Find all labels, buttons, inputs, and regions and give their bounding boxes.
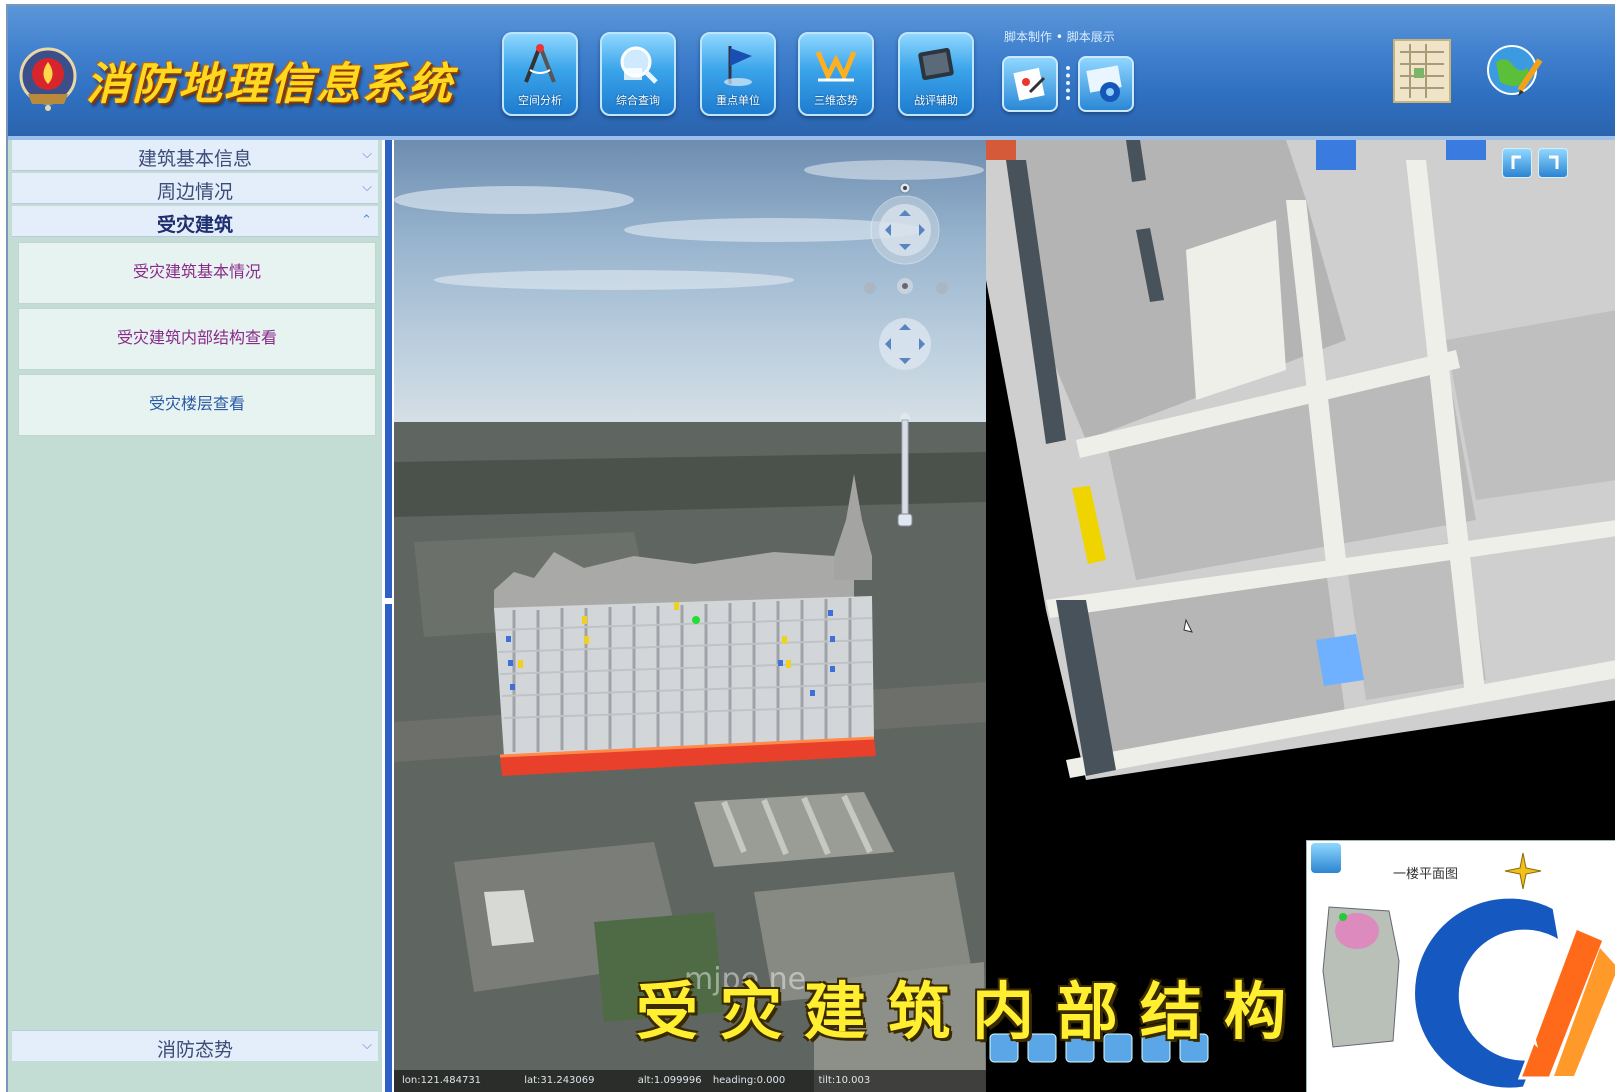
tool-label: 综合查询 — [616, 94, 660, 107]
globe-search-icon — [620, 46, 658, 84]
accordion-label: 建筑基本信息 — [137, 148, 252, 170]
accordion-affected-building[interactable]: 受灾建筑 ⌃ — [12, 206, 378, 237]
app-title: 消防地理信息系统 — [86, 59, 454, 110]
plan-rotate-left-button[interactable] — [1502, 148, 1532, 178]
lon-readout: lon:121.484731 — [402, 1075, 482, 1086]
alt-readout: alt:1.099996 — [637, 1075, 702, 1086]
3d-terrain-icon — [815, 51, 857, 83]
tool-label: 三维态势 — [814, 94, 858, 107]
accordion-building-info[interactable]: 建筑基本信息 ⌵ — [12, 140, 378, 171]
compass-rose-icon — [1504, 852, 1542, 890]
accordion-label: 受灾建筑 — [156, 214, 233, 236]
fire-emblem-icon — [19, 47, 77, 111]
nav-separator: • — [1055, 30, 1067, 44]
header-bar: 消防地理信息系统 空间分析 综合查询 重点单位 三维态势 战评辅助 脚本制作 •… — [8, 6, 1615, 140]
edit-document-icon — [1013, 67, 1046, 101]
map-3d-view[interactable]: mjpe ne lon:121.484731 lat:31.243069 alt… — [394, 140, 986, 1092]
chevron-down-icon: ⌵ — [362, 147, 372, 162]
tool-label: 战评辅助 — [914, 94, 958, 107]
navigation-controls[interactable] — [860, 180, 950, 540]
left-panel: 建筑基本信息 ⌵ 周边情况 ⌵ 受灾建筑 ⌃ 受灾建筑基本情况 受灾建筑内部结构… — [8, 140, 383, 1092]
globe-pencil-icon — [1487, 45, 1543, 96]
menu-item-affected-building-interior[interactable]: 受灾建筑内部结构查看 — [18, 308, 376, 370]
script-show-button[interactable] — [1078, 56, 1134, 112]
menu-item-affected-building-basics[interactable]: 受灾建筑基本情况 — [18, 242, 376, 304]
accordion-body: 受灾建筑基本情况 受灾建筑内部结构查看 受灾楼层查看 — [12, 240, 378, 540]
tool-battle-assist-button[interactable]: 战评辅助 — [898, 32, 974, 116]
app-window: 消防地理信息系统 空间分析 综合查询 重点单位 三维态势 战评辅助 脚本制作 •… — [6, 4, 1615, 1092]
tool-spatial-analysis-button[interactable]: 空间分析 — [502, 32, 578, 116]
lat-readout: lat:31.243069 — [524, 1075, 595, 1086]
tool-combined-query-button[interactable]: 综合查询 — [600, 32, 676, 116]
tilt-readout: tilt:10.003 — [818, 1075, 871, 1086]
compass-icon — [524, 44, 556, 83]
coordinate-status-bar: lon:121.484731 lat:31.243069 alt:1.09999… — [394, 1070, 986, 1092]
accordion-label: 消防态势 — [156, 1039, 233, 1061]
minimap-floor-shape — [1322, 906, 1400, 1048]
burning-building-model — [494, 474, 876, 776]
accordion-surroundings[interactable]: 周边情况 ⌵ — [12, 173, 378, 204]
tool-key-units-button[interactable]: 重点单位 — [700, 32, 776, 116]
chevron-down-icon: ⌵ — [362, 1038, 372, 1053]
script-show-link[interactable]: 脚本展示 — [1067, 30, 1115, 44]
video-caption: 受灾建筑内部结构 — [636, 975, 1309, 1048]
script-make-link[interactable]: 脚本制作 — [1004, 30, 1052, 44]
heading-readout: heading:0.000 — [712, 1075, 786, 1086]
tool-label: 重点单位 — [716, 94, 760, 107]
accordion-label: 周边情况 — [156, 181, 233, 203]
chevron-up-icon: ⌃ — [361, 213, 372, 228]
minimap-title: 一楼平面图 — [1393, 867, 1459, 882]
projector-icon — [1086, 65, 1122, 102]
toolbar-separator — [1066, 66, 1074, 100]
accordion-fire-situation[interactable]: 消防态势 ⌵ — [12, 1030, 378, 1061]
map-thumbnail-button[interactable] — [1392, 38, 1452, 104]
menu-item-affected-floor[interactable]: 受灾楼层查看 — [18, 374, 376, 436]
rotate-right-icon — [1549, 155, 1559, 169]
tool-label: 空间分析 — [518, 94, 562, 107]
globe-pencil-button[interactable] — [1484, 38, 1544, 104]
rotate-left-icon — [1511, 155, 1521, 169]
splitter-bar — [385, 140, 392, 1092]
channel-logo-icon — [1412, 895, 1615, 1091]
tablet-icon — [918, 47, 954, 81]
script-make-button[interactable] — [1002, 56, 1058, 112]
chevron-down-icon: ⌵ — [362, 180, 372, 195]
tool-3d-situation-button[interactable]: 三维态势 — [798, 32, 874, 116]
plan-rotate-right-button[interactable] — [1538, 148, 1568, 178]
zoom-slider — [901, 419, 909, 517]
splitter-grip[interactable] — [383, 598, 393, 604]
flag-icon — [724, 46, 752, 86]
panel-splitter[interactable] — [382, 140, 394, 1092]
script-nav: 脚本制作 • 脚本展示 — [1004, 28, 1115, 45]
minimap-toggle-button[interactable] — [1311, 843, 1341, 873]
map-thumbnail-icon — [1393, 39, 1451, 103]
